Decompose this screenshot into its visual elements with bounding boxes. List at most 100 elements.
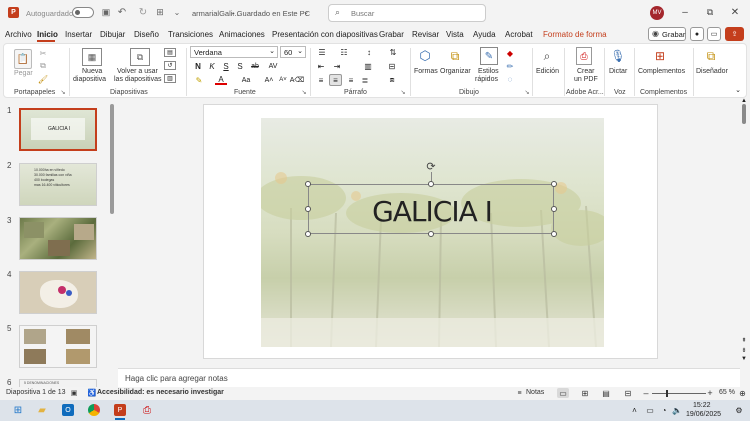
notes-toggle-icon[interactable]: ≡ xyxy=(515,389,524,397)
menu-ayuda[interactable]: Ayuda xyxy=(473,30,496,39)
collapse-ribbon-icon[interactable]: ⌄ xyxy=(734,86,742,94)
copy-icon[interactable]: ⧉ xyxy=(38,61,48,71)
resize-handle-ne[interactable] xyxy=(551,181,557,187)
section-icon[interactable]: ▥ xyxy=(164,74,176,83)
edit-search-icon[interactable]: ⌕ xyxy=(538,47,556,65)
clipboard-launcher-icon[interactable]: ↘ xyxy=(60,89,66,96)
resize-handle-nw[interactable] xyxy=(305,181,311,187)
arrange-icon[interactable]: ⧉ xyxy=(446,47,464,65)
change-case-icon[interactable]: Aa xyxy=(239,75,253,85)
scroll-down-icon[interactable]: ▼ xyxy=(740,356,748,362)
clock-time[interactable]: 15:22 xyxy=(693,402,711,409)
autosave-toggle[interactable] xyxy=(72,7,94,18)
redo-icon[interactable]: ↻ xyxy=(137,6,149,18)
font-size-select[interactable]: 60 ⌄ xyxy=(280,46,306,58)
slideshow-view-icon[interactable]: ⊟ xyxy=(623,388,633,398)
editor-scrollbar[interactable] xyxy=(742,104,746,124)
reuse-slides-icon[interactable]: ⧉ xyxy=(130,48,150,66)
menu-archivo[interactable]: Archivo xyxy=(5,30,32,39)
rotate-handle-icon[interactable]: ⟳ xyxy=(425,160,437,173)
resize-handle-sw[interactable] xyxy=(305,231,311,237)
menu-animaciones[interactable]: Animaciones xyxy=(219,30,265,39)
share-icon[interactable]: ⇪ xyxy=(725,27,744,41)
layout-icon[interactable]: ▤ xyxy=(164,48,176,57)
underline-icon[interactable]: S xyxy=(221,61,231,71)
resize-handle-s[interactable] xyxy=(428,231,434,237)
prev-slide-icon[interactable]: ⇞ xyxy=(740,336,748,344)
slide-sorter-icon[interactable]: ⊞ xyxy=(580,388,590,398)
addins-icon[interactable]: ⊞ xyxy=(651,47,669,65)
menu-insertar[interactable]: Insertar xyxy=(65,30,92,39)
undo-icon[interactable]: ↶ xyxy=(116,6,128,18)
resize-handle-n[interactable] xyxy=(428,181,434,187)
create-pdf-icon[interactable]: ⎙ xyxy=(576,47,592,65)
highlight-icon[interactable]: ✎ xyxy=(193,75,205,85)
search-box[interactable]: ⌕ Buscar xyxy=(328,4,486,22)
align-center-icon[interactable]: ≡ xyxy=(329,74,342,86)
volume-icon[interactable]: 🔈 xyxy=(672,405,682,415)
zoom-slider[interactable] xyxy=(652,390,706,397)
notifications-icon[interactable]: ⚙ xyxy=(734,405,744,415)
resize-handle-se[interactable] xyxy=(551,231,557,237)
justify-icon[interactable]: ≣ xyxy=(359,75,371,85)
menu-vista[interactable]: Vista xyxy=(446,30,464,39)
file-explorer-icon[interactable]: ▰ xyxy=(36,404,48,416)
comments-icon[interactable]: ▭ xyxy=(707,27,721,41)
smartart-icon[interactable]: ⧈ xyxy=(386,75,398,85)
line-spacing-icon[interactable]: ↕ xyxy=(362,47,376,57)
show-hidden-icons[interactable]: ˄ xyxy=(630,405,639,415)
minimize-icon[interactable]: – xyxy=(678,6,692,18)
new-slide-icon[interactable]: ▦ xyxy=(82,48,102,66)
clear-format-icon[interactable]: A⌫ xyxy=(290,75,305,85)
accessibility-icon[interactable]: ♿ xyxy=(88,389,97,397)
thumbnail-slide-2[interactable]: 10.000ha en viñedo 30.000 familias con v… xyxy=(19,163,97,206)
thumbnail-slide-4[interactable] xyxy=(19,271,97,314)
decrease-font-icon[interactable]: A˅ xyxy=(278,75,288,85)
maximize-icon[interactable]: ⧉ xyxy=(703,6,717,18)
thumbnail-slide-6[interactable]: 5 DENOMINACIONES xyxy=(19,379,97,387)
accessibility-status[interactable]: Accesibilidad: es necesario investigar xyxy=(97,389,224,396)
shadow-icon[interactable]: S xyxy=(235,61,245,71)
reading-view-icon[interactable]: ▤ xyxy=(601,388,611,398)
format-painter-icon[interactable]: 🖌 xyxy=(38,74,48,84)
thumbnail-slide-3[interactable] xyxy=(19,217,97,260)
acrobat-icon[interactable]: ⎙ xyxy=(141,404,153,416)
user-avatar[interactable]: MV xyxy=(650,6,664,20)
reset-icon[interactable]: ↺ xyxy=(164,61,176,70)
thumbnail-slide-1[interactable]: GALICIA I xyxy=(19,108,97,151)
font-launcher-icon[interactable]: ↘ xyxy=(301,89,307,96)
text-direction-icon[interactable]: ⇅ xyxy=(386,47,400,57)
cut-icon[interactable]: ✂ xyxy=(38,48,48,58)
menu-inicio[interactable]: Inicio xyxy=(37,30,58,39)
paste-icon[interactable]: 📋 xyxy=(14,49,32,69)
resize-handle-w[interactable] xyxy=(305,206,311,212)
outlook-icon[interactable]: O xyxy=(62,404,74,416)
menu-transiciones[interactable]: Transiciones xyxy=(168,30,213,39)
thumbnails-scrollbar[interactable] xyxy=(110,104,114,214)
presentation-icon[interactable]: ⊞ xyxy=(154,6,166,18)
font-color-icon[interactable]: A xyxy=(215,75,227,85)
paragraph-launcher-icon[interactable]: ↘ xyxy=(400,89,406,96)
align-text-icon[interactable]: ⊟ xyxy=(386,61,398,71)
normal-view-icon[interactable]: ▭ xyxy=(557,388,569,398)
record-button[interactable]: ◉ Grabar xyxy=(648,27,686,41)
notes-toggle-label[interactable]: Notas xyxy=(526,389,544,396)
decrease-indent-icon[interactable]: ⇤ xyxy=(315,61,327,71)
strikethrough-icon[interactable]: ab xyxy=(249,61,261,71)
notes-pane[interactable]: Haga clic para agregar notas xyxy=(118,368,740,387)
notes-placeholder[interactable]: Haga clic para agregar notas xyxy=(125,374,228,383)
save-icon[interactable]: ▣ xyxy=(100,6,112,18)
shape-fill-icon[interactable]: ◆ xyxy=(504,48,516,58)
wifi-icon[interactable]: ◔ xyxy=(659,405,669,415)
char-spacing-icon[interactable]: AV xyxy=(265,61,281,71)
chrome-icon[interactable] xyxy=(88,404,100,416)
menu-formato-forma[interactable]: Formato de forma xyxy=(543,30,607,39)
shape-effects-icon[interactable]: ◌ xyxy=(504,74,516,84)
camera-icon[interactable]: ● xyxy=(690,27,704,41)
fit-slide-icon[interactable]: ⊕ xyxy=(738,388,747,398)
chevron-down-icon[interactable]: ⌄ xyxy=(302,7,310,17)
quick-styles-icon[interactable]: ✎ xyxy=(480,47,498,65)
numbering-icon[interactable]: ☷ xyxy=(337,47,351,57)
menu-diseno[interactable]: Diseño xyxy=(134,30,159,39)
menu-acrobat[interactable]: Acrobat xyxy=(505,30,533,39)
